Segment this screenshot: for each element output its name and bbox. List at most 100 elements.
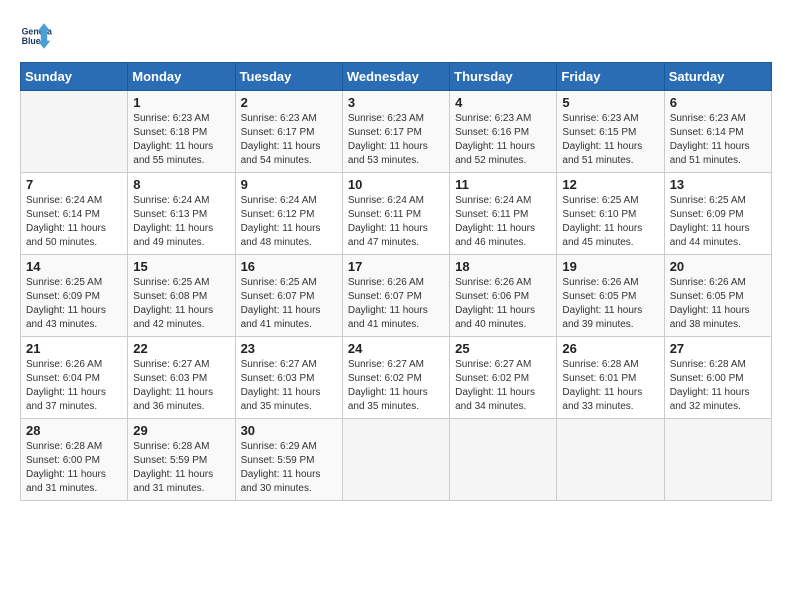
day-info: Sunrise: 6:28 AM Sunset: 6:01 PM Dayligh… <box>562 358 658 414</box>
day-info: Sunrise: 6:25 AM Sunset: 6:10 PM Dayligh… <box>562 194 658 250</box>
day-number: 17 <box>348 259 444 274</box>
day-info: Sunrise: 6:24 AM Sunset: 6:14 PM Dayligh… <box>26 194 122 250</box>
day-number: 19 <box>562 259 658 274</box>
calendar-cell: 5 Sunrise: 6:23 AM Sunset: 6:15 PM Daylig… <box>557 91 664 173</box>
day-number: 20 <box>670 259 766 274</box>
day-info: Sunrise: 6:26 AM Sunset: 6:07 PM Dayligh… <box>348 276 444 332</box>
day-number: 21 <box>26 341 122 356</box>
day-number: 18 <box>455 259 551 274</box>
logo: GeneralBlue <box>20 20 52 52</box>
day-number: 4 <box>455 95 551 110</box>
weekday-header: Sunday <box>21 63 128 91</box>
day-number: 6 <box>670 95 766 110</box>
calendar-cell: 15 Sunrise: 6:25 AM Sunset: 6:08 PM Dayli… <box>128 255 235 337</box>
calendar-cell <box>21 91 128 173</box>
calendar-cell: 28 Sunrise: 6:28 AM Sunset: 6:00 PM Dayli… <box>21 419 128 501</box>
calendar-cell: 16Sunrise: 6:25 AM Sunset: 6:07 PM Dayli… <box>235 255 342 337</box>
day-info: Sunrise: 6:28 AM Sunset: 6:00 PM Dayligh… <box>670 358 766 414</box>
calendar-cell <box>664 419 771 501</box>
calendar-cell: 27Sunrise: 6:28 AM Sunset: 6:00 PM Dayli… <box>664 337 771 419</box>
calendar-cell: 14 Sunrise: 6:25 AM Sunset: 6:09 PM Dayli… <box>21 255 128 337</box>
day-info: Sunrise: 6:27 AM Sunset: 6:02 PM Dayligh… <box>348 358 444 414</box>
calendar-week: 1 Sunrise: 6:23 AM Sunset: 6:18 PM Daylig… <box>21 91 772 173</box>
day-info: Sunrise: 6:23 AM Sunset: 6:17 PM Dayligh… <box>348 112 444 168</box>
day-info: Sunrise: 6:23 AM Sunset: 6:15 PM Dayligh… <box>562 112 658 168</box>
day-number: 8 <box>133 177 229 192</box>
day-number: 30 <box>241 423 337 438</box>
day-number: 2 <box>241 95 337 110</box>
day-info: Sunrise: 6:26 AM Sunset: 6:05 PM Dayligh… <box>562 276 658 332</box>
calendar-cell: 21 Sunrise: 6:26 AM Sunset: 6:04 PM Dayli… <box>21 337 128 419</box>
weekday-header: Wednesday <box>342 63 449 91</box>
day-info: Sunrise: 6:23 AM Sunset: 6:17 PM Dayligh… <box>241 112 337 168</box>
calendar-week: 14 Sunrise: 6:25 AM Sunset: 6:09 PM Dayli… <box>21 255 772 337</box>
calendar-cell: 7 Sunrise: 6:24 AM Sunset: 6:14 PM Daylig… <box>21 173 128 255</box>
calendar-cell: 30 Sunrise: 6:29 AM Sunset: 5:59 PM Dayli… <box>235 419 342 501</box>
day-number: 12 <box>562 177 658 192</box>
day-number: 3 <box>348 95 444 110</box>
calendar-week: 28 Sunrise: 6:28 AM Sunset: 6:00 PM Dayli… <box>21 419 772 501</box>
weekday-header: Tuesday <box>235 63 342 91</box>
day-info: Sunrise: 6:24 AM Sunset: 6:13 PM Dayligh… <box>133 194 229 250</box>
day-info: Sunrise: 6:29 AM Sunset: 5:59 PM Dayligh… <box>241 440 337 496</box>
day-info: Sunrise: 6:23 AM Sunset: 6:16 PM Dayligh… <box>455 112 551 168</box>
calendar-cell: 19 Sunrise: 6:26 AM Sunset: 6:05 PM Dayli… <box>557 255 664 337</box>
calendar-cell: 13 Sunrise: 6:25 AM Sunset: 6:09 PM Dayli… <box>664 173 771 255</box>
calendar-cell: 9Sunrise: 6:24 AM Sunset: 6:12 PM Daylig… <box>235 173 342 255</box>
day-info: Sunrise: 6:27 AM Sunset: 6:03 PM Dayligh… <box>133 358 229 414</box>
calendar-cell: 18 Sunrise: 6:26 AM Sunset: 6:06 PM Dayli… <box>450 255 557 337</box>
weekday-header: Thursday <box>450 63 557 91</box>
day-number: 25 <box>455 341 551 356</box>
calendar-cell: 29Sunrise: 6:28 AM Sunset: 5:59 PM Dayli… <box>128 419 235 501</box>
calendar-cell: 17 Sunrise: 6:26 AM Sunset: 6:07 PM Dayli… <box>342 255 449 337</box>
day-info: Sunrise: 6:26 AM Sunset: 6:06 PM Dayligh… <box>455 276 551 332</box>
calendar-cell: 8 Sunrise: 6:24 AM Sunset: 6:13 PM Daylig… <box>128 173 235 255</box>
day-info: Sunrise: 6:23 AM Sunset: 6:18 PM Dayligh… <box>133 112 229 168</box>
calendar-cell <box>557 419 664 501</box>
day-number: 13 <box>670 177 766 192</box>
weekday-header: Monday <box>128 63 235 91</box>
day-number: 26 <box>562 341 658 356</box>
day-info: Sunrise: 6:25 AM Sunset: 6:09 PM Dayligh… <box>670 194 766 250</box>
calendar-cell: 24 Sunrise: 6:27 AM Sunset: 6:02 PM Dayli… <box>342 337 449 419</box>
day-info: Sunrise: 6:24 AM Sunset: 6:11 PM Dayligh… <box>455 194 551 250</box>
day-number: 5 <box>562 95 658 110</box>
calendar-body: 1 Sunrise: 6:23 AM Sunset: 6:18 PM Daylig… <box>21 91 772 501</box>
day-info: Sunrise: 6:26 AM Sunset: 6:05 PM Dayligh… <box>670 276 766 332</box>
day-number: 23 <box>241 341 337 356</box>
day-number: 1 <box>133 95 229 110</box>
calendar-week: 21 Sunrise: 6:26 AM Sunset: 6:04 PM Dayli… <box>21 337 772 419</box>
day-number: 11 <box>455 177 551 192</box>
calendar-table: SundayMondayTuesdayWednesdayThursdayFrid… <box>20 62 772 501</box>
logo-icon: GeneralBlue <box>20 20 52 52</box>
day-number: 7 <box>26 177 122 192</box>
day-info: Sunrise: 6:25 AM Sunset: 6:08 PM Dayligh… <box>133 276 229 332</box>
header-row: SundayMondayTuesdayWednesdayThursdayFrid… <box>21 63 772 91</box>
calendar-cell: 22 Sunrise: 6:27 AM Sunset: 6:03 PM Dayli… <box>128 337 235 419</box>
day-info: Sunrise: 6:25 AM Sunset: 6:09 PM Dayligh… <box>26 276 122 332</box>
day-number: 14 <box>26 259 122 274</box>
day-info: Sunrise: 6:27 AM Sunset: 6:03 PM Dayligh… <box>241 358 337 414</box>
day-info: Sunrise: 6:24 AM Sunset: 6:11 PM Dayligh… <box>348 194 444 250</box>
day-number: 24 <box>348 341 444 356</box>
calendar-header: SundayMondayTuesdayWednesdayThursdayFrid… <box>21 63 772 91</box>
day-number: 15 <box>133 259 229 274</box>
day-number: 10 <box>348 177 444 192</box>
calendar-cell: 20 Sunrise: 6:26 AM Sunset: 6:05 PM Dayli… <box>664 255 771 337</box>
calendar-cell: 11 Sunrise: 6:24 AM Sunset: 6:11 PM Dayli… <box>450 173 557 255</box>
calendar-cell: 6 Sunrise: 6:23 AM Sunset: 6:14 PM Daylig… <box>664 91 771 173</box>
page-header: GeneralBlue <box>20 20 772 52</box>
day-number: 16 <box>241 259 337 274</box>
day-number: 22 <box>133 341 229 356</box>
calendar-cell: 3 Sunrise: 6:23 AM Sunset: 6:17 PM Daylig… <box>342 91 449 173</box>
calendar-cell <box>342 419 449 501</box>
calendar-cell: 25Sunrise: 6:27 AM Sunset: 6:02 PM Dayli… <box>450 337 557 419</box>
day-number: 29 <box>133 423 229 438</box>
day-info: Sunrise: 6:23 AM Sunset: 6:14 PM Dayligh… <box>670 112 766 168</box>
day-info: Sunrise: 6:24 AM Sunset: 6:12 PM Dayligh… <box>241 194 337 250</box>
day-info: Sunrise: 6:26 AM Sunset: 6:04 PM Dayligh… <box>26 358 122 414</box>
calendar-cell: 2 Sunrise: 6:23 AM Sunset: 6:17 PM Daylig… <box>235 91 342 173</box>
day-number: 28 <box>26 423 122 438</box>
calendar-cell <box>450 419 557 501</box>
day-info: Sunrise: 6:28 AM Sunset: 6:00 PM Dayligh… <box>26 440 122 496</box>
